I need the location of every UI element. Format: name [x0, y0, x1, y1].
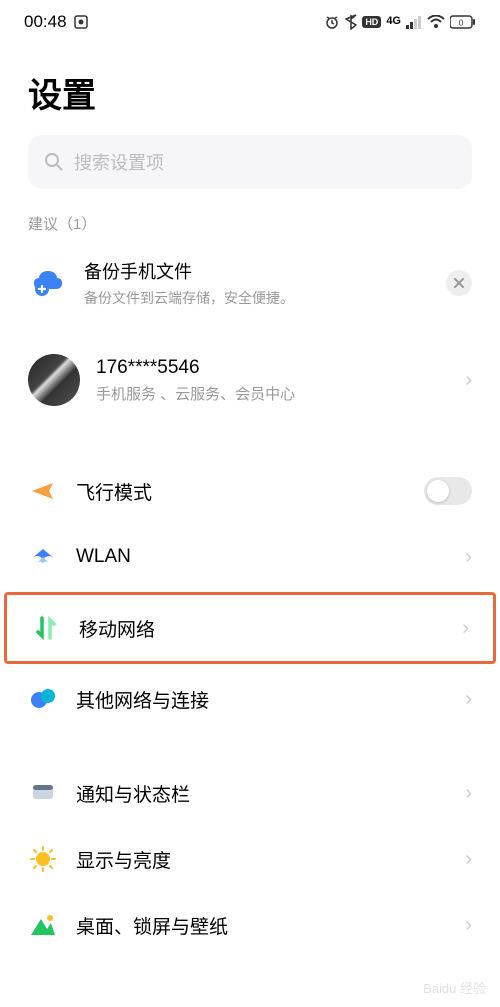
close-suggestion-button[interactable] [446, 270, 472, 296]
alarm-icon [324, 14, 340, 30]
chevron-right-icon: › [462, 617, 469, 640]
setting-display[interactable]: 显示与亮度 › [0, 826, 500, 892]
account-phone: 176****5546 [96, 357, 449, 379]
page-title: 设置 [0, 40, 500, 135]
chevron-right-icon: › [465, 848, 472, 871]
signal-4g: 4G [386, 17, 401, 27]
search-input[interactable]: 搜索设置项 [28, 135, 472, 189]
chevron-right-icon: › [465, 369, 472, 392]
brightness-icon [28, 844, 58, 874]
mobile-network-icon [31, 613, 61, 643]
status-time: 00:48 [24, 12, 67, 32]
setting-label: WLAN [76, 546, 447, 568]
setting-airplane-mode[interactable]: 飞行模式 [0, 458, 500, 524]
chevron-right-icon: › [465, 688, 472, 711]
airplane-toggle[interactable] [424, 477, 472, 505]
setting-label: 通知与状态栏 [76, 780, 447, 807]
account-subtitle: 手机服务 、云服务、会员中心 [96, 383, 449, 404]
app-indicator-icon [73, 14, 89, 30]
status-bar: 00:48 HD 4G 0 [0, 0, 500, 40]
search-icon [44, 152, 64, 172]
svg-text:0: 0 [459, 19, 464, 28]
setting-label: 飞行模式 [76, 478, 406, 505]
setting-wallpaper[interactable]: 桌面、锁屏与壁纸 › [0, 892, 500, 958]
search-placeholder: 搜索设置项 [74, 149, 164, 175]
chevron-right-icon: › [465, 914, 472, 937]
battery-icon: 0 [450, 15, 476, 29]
setting-wlan[interactable]: WLAN › [0, 524, 500, 590]
setting-notification[interactable]: 通知与状态栏 › [0, 760, 500, 826]
setting-other-connections[interactable]: 其他网络与连接 › [0, 666, 500, 732]
cloud-backup-icon [28, 263, 68, 303]
wifi-icon [427, 15, 445, 29]
chevron-right-icon: › [465, 546, 472, 569]
suggestion-header: 建议（1） [0, 213, 500, 246]
bluetooth-icon [345, 14, 357, 30]
close-icon [453, 277, 465, 289]
status-icons: HD 4G 0 [324, 14, 476, 30]
setting-label: 移动网络 [79, 615, 444, 642]
wallpaper-icon [28, 910, 58, 940]
setting-label: 桌面、锁屏与壁纸 [76, 912, 447, 939]
setting-label: 其他网络与连接 [76, 686, 447, 713]
suggestion-item[interactable]: 备份手机文件 备份文件到云端存储，安全便捷。 [0, 246, 500, 330]
airplane-icon [28, 476, 58, 506]
setting-mobile-network[interactable]: 移动网络 › [4, 592, 496, 664]
chevron-right-icon: › [465, 782, 472, 805]
suggestion-title: 备份手机文件 [84, 258, 430, 284]
watermark: Baidu 经验 [423, 978, 486, 997]
connections-icon [28, 684, 58, 714]
signal-bars-icon [406, 15, 422, 29]
avatar [28, 354, 80, 406]
hd-badge: HD [362, 16, 381, 28]
setting-label: 显示与亮度 [76, 846, 447, 873]
account-item[interactable]: 176****5546 手机服务 、云服务、会员中心 › [0, 330, 500, 430]
suggestion-subtitle: 备份文件到云端存储，安全便捷。 [84, 288, 430, 308]
wlan-icon [28, 542, 58, 572]
notification-icon [28, 778, 58, 808]
